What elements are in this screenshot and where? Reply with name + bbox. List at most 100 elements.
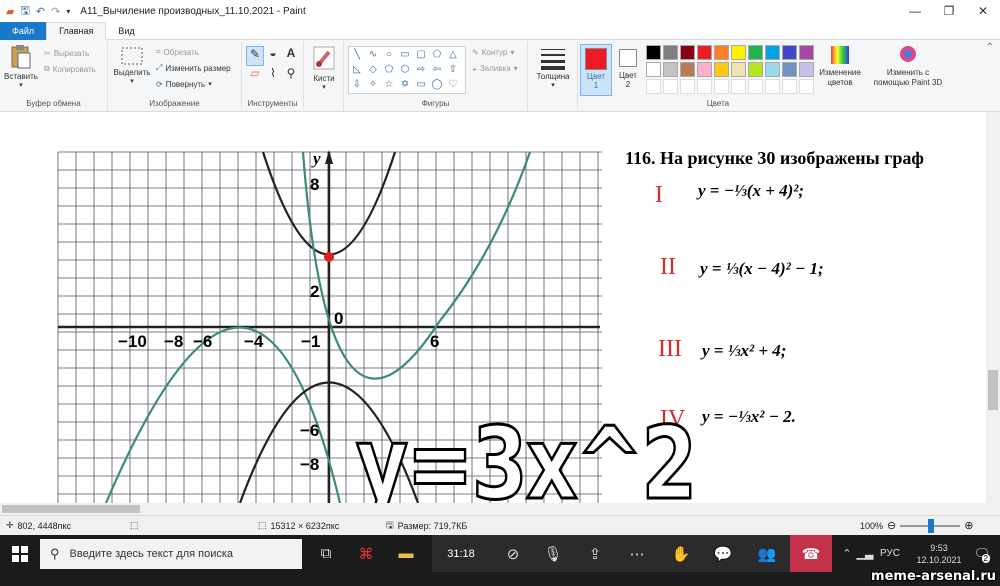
edit-colors-button[interactable]: Изменение цветов: [818, 44, 862, 88]
line-shape-icon[interactable]: ╲: [349, 47, 365, 62]
tab-view[interactable]: Вид: [106, 22, 146, 40]
cut-button[interactable]: ✂ Вырезать: [44, 45, 96, 61]
brushes-button[interactable]: Кисти ▾: [306, 44, 342, 91]
diamond-shape-icon[interactable]: ◇: [365, 62, 381, 77]
wifi-icon[interactable]: ▁▃: [856, 535, 874, 572]
palette-swatch-empty[interactable]: [697, 79, 712, 94]
star4-shape-icon[interactable]: ✧: [365, 77, 381, 92]
palette-swatch[interactable]: [782, 45, 797, 60]
color1-button[interactable]: Цвет 1: [580, 44, 612, 96]
palette-swatch-empty[interactable]: [765, 79, 780, 94]
palette-swatch[interactable]: [765, 62, 780, 77]
zoom-slider-thumb[interactable]: [928, 518, 935, 533]
fill-bucket-icon[interactable]: ◒: [264, 46, 282, 66]
palette-swatch[interactable]: [680, 62, 695, 77]
star5-shape-icon[interactable]: ☆: [381, 77, 397, 92]
undo-icon[interactable]: ↶: [36, 5, 45, 18]
customize-dropdown-icon[interactable]: ▾: [66, 7, 70, 16]
palette-swatch[interactable]: [782, 62, 797, 77]
palette-swatch[interactable]: [680, 45, 695, 60]
polygon-shape-icon[interactable]: ⬠: [429, 47, 445, 62]
tab-home[interactable]: Главная: [46, 22, 107, 40]
start-button[interactable]: [6, 535, 34, 572]
pentagon-shape-icon[interactable]: ⬠: [381, 62, 397, 77]
palette-swatch-empty[interactable]: [782, 79, 797, 94]
camera-off-icon[interactable]: ⊘: [496, 535, 530, 572]
color2-button[interactable]: Цвет 2: [614, 44, 642, 96]
arrow-right-shape-icon[interactable]: ⇨: [413, 62, 429, 77]
share-screen-icon[interactable]: ⇪: [578, 535, 612, 572]
palette-swatch[interactable]: [697, 45, 712, 60]
palette-swatch[interactable]: [799, 45, 814, 60]
palette-swatch[interactable]: [748, 62, 763, 77]
horizontal-scroll-thumb[interactable]: [2, 505, 140, 513]
resize-button[interactable]: ⤢ Изменить размер: [156, 60, 231, 76]
arrow-left-shape-icon[interactable]: ⇦: [429, 62, 445, 77]
palette-swatch-empty[interactable]: [799, 79, 814, 94]
callout-rect-shape-icon[interactable]: ▭: [413, 77, 429, 92]
palette-swatch[interactable]: [731, 45, 746, 60]
fill-dropdown[interactable]: ◒ Заливка ▾: [472, 60, 518, 76]
horizontal-scrollbar[interactable]: [0, 503, 1000, 515]
rotate-button[interactable]: ⟳ Повернуть ▾: [156, 76, 231, 92]
save-icon[interactable]: 🖫: [20, 2, 29, 21]
zoom-slider[interactable]: [900, 518, 961, 533]
paint-app-icon[interactable]: ▰: [6, 5, 14, 18]
ribbon-collapse-icon[interactable]: ⌃: [986, 42, 994, 53]
taskbar-search-box[interactable]: ⚲ Введите здесь текст для поиска: [40, 539, 302, 569]
arrow-down-shape-icon[interactable]: ⇩: [349, 77, 365, 92]
palette-swatch-empty[interactable]: [731, 79, 746, 94]
heart-shape-icon[interactable]: ♡: [445, 77, 461, 92]
magnifier-icon[interactable]: ⚲: [282, 66, 300, 86]
close-button[interactable]: ✕: [966, 0, 1000, 22]
palette-swatch-empty[interactable]: [748, 79, 763, 94]
more-options-icon[interactable]: ⋯: [620, 535, 654, 572]
shapes-gallery[interactable]: ╲ ∿ ○ ▭ ▢ ⬠ △ ◺ ◇ ⬠ ⬡ ⇨ ⇦ ⇧ ⇩ ✧ ☆ ✡ ▭ ◯ ♡: [348, 46, 466, 94]
palette-swatch[interactable]: [663, 45, 678, 60]
palette-swatch[interactable]: [697, 62, 712, 77]
outline-dropdown[interactable]: ✎ Контур ▾: [472, 44, 518, 60]
palette-swatch[interactable]: [646, 62, 661, 77]
palette-swatch[interactable]: [799, 62, 814, 77]
task-view-icon[interactable]: ⧉: [310, 535, 342, 572]
zoom-in-button[interactable]: ⊕: [964, 519, 973, 532]
rounded-rect-shape-icon[interactable]: ▢: [413, 47, 429, 62]
maximize-button[interactable]: ❐: [932, 0, 966, 22]
curve-shape-icon[interactable]: ∿: [365, 47, 381, 62]
pencil-icon[interactable]: ✎: [246, 46, 264, 66]
palette-swatch[interactable]: [714, 62, 729, 77]
palette-swatch[interactable]: [714, 45, 729, 60]
palette-swatch[interactable]: [765, 45, 780, 60]
participants-icon[interactable]: 👥: [750, 535, 784, 572]
oval-shape-icon[interactable]: ○: [381, 47, 397, 62]
star6-shape-icon[interactable]: ✡: [397, 77, 413, 92]
callout-oval-shape-icon[interactable]: ◯: [429, 77, 445, 92]
redo-icon[interactable]: ↷: [51, 5, 60, 18]
eraser-icon[interactable]: ▱: [246, 66, 264, 86]
vertical-scroll-thumb[interactable]: [988, 370, 998, 410]
file-explorer-icon[interactable]: ▬: [390, 535, 422, 572]
pdf-reader-icon[interactable]: ⌘: [350, 535, 382, 572]
palette-swatch-empty[interactable]: [663, 79, 678, 94]
text-tool-icon[interactable]: A: [282, 46, 300, 66]
palette-swatch-empty[interactable]: [646, 79, 661, 94]
canvas-area[interactable]: y 8 2 −6 −8 0 −10 −8 −6 −4 −1 6 116. На …: [0, 112, 1000, 503]
hexagon-shape-icon[interactable]: ⬡: [397, 62, 413, 77]
palette-swatch[interactable]: [663, 62, 678, 77]
paint3d-button[interactable]: Изменить с помощью Paint 3D: [870, 44, 946, 88]
mic-off-icon[interactable]: 🎙: [536, 535, 570, 572]
copy-button[interactable]: ⧉ Копировать: [44, 61, 96, 77]
rectangle-shape-icon[interactable]: ▭: [397, 47, 413, 62]
chat-icon[interactable]: 💬: [706, 535, 740, 572]
vertical-scrollbar[interactable]: [986, 112, 1000, 503]
palette-swatch[interactable]: [748, 45, 763, 60]
select-button[interactable]: Выделить ▾: [112, 46, 152, 85]
arrow-up-shape-icon[interactable]: ⇧: [445, 62, 461, 77]
palette-swatch[interactable]: [646, 45, 661, 60]
network-icon[interactable]: ⌃: [838, 535, 856, 572]
color-picker-icon[interactable]: ⌇: [264, 66, 282, 86]
language-indicator[interactable]: РУС: [874, 535, 906, 572]
hang-up-button[interactable]: ☎: [790, 535, 832, 572]
size-button[interactable]: Толщина ▾: [532, 46, 574, 89]
palette-swatch-empty[interactable]: [680, 79, 695, 94]
